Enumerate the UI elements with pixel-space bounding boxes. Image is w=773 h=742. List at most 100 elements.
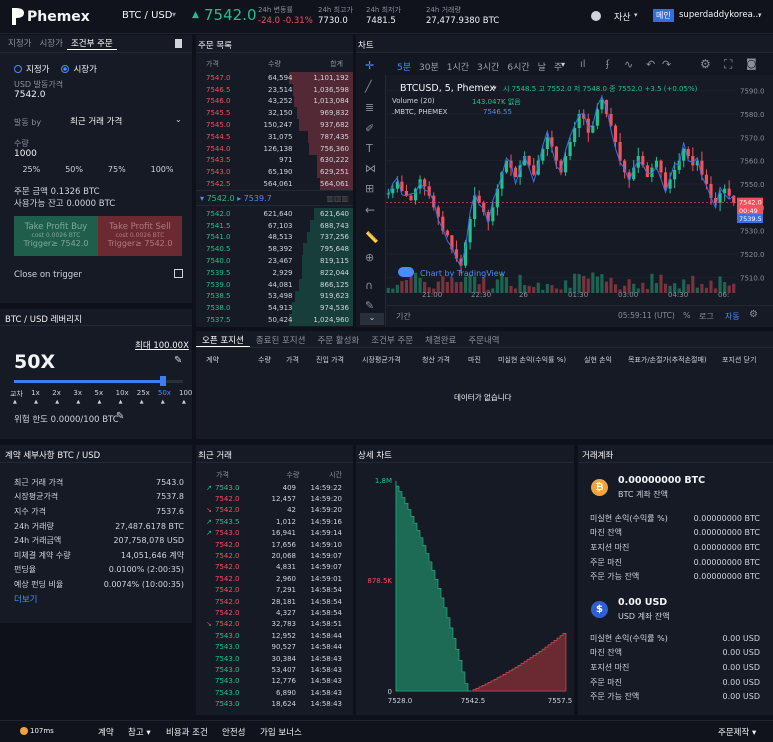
- take-profit-sell-button[interactable]: Take Profit Sell cost 0.0026 BTC Trigger…: [98, 216, 182, 256]
- close-on-trigger-checkbox[interactable]: [174, 269, 183, 278]
- leverage-tick[interactable]: 25x: [137, 389, 150, 397]
- settings-icon[interactable]: ⚙: [749, 309, 758, 320]
- prediction-icon[interactable]: ⊞: [365, 182, 374, 195]
- depth-chart[interactable]: 1.8M 878.5K 07528.0 7542.5 7557.5: [356, 465, 574, 715]
- trigger-by-select[interactable]: 최근 거래 가격: [70, 115, 122, 127]
- ruler-icon[interactable]: 📏: [365, 231, 379, 244]
- fib-icon[interactable]: ≣: [365, 101, 374, 114]
- positions-tab-2[interactable]: 주문 활성화: [311, 331, 365, 347]
- pattern-icon[interactable]: ⋈: [365, 162, 376, 175]
- leverage-tick[interactable]: 50x: [158, 389, 171, 397]
- positions-tab-0[interactable]: 오픈 포지션: [196, 331, 250, 347]
- user-menu[interactable]: superdaddykorea...: [679, 10, 761, 20]
- orderbook-row[interactable]: 7542.0 621,640 621,640: [196, 208, 353, 220]
- zoom-icon[interactable]: ⊕: [365, 251, 374, 264]
- footer-link-bonus[interactable]: 가입 보너스: [260, 726, 302, 738]
- leverage-tick[interactable]: 100x: [179, 389, 192, 397]
- take-profit-buy-button[interactable]: Take Profit Buy cost 0.0026 BTC Trigger≥…: [14, 216, 98, 256]
- candle-type-icon[interactable]: ıl: [580, 59, 586, 70]
- orderbook-row[interactable]: 7543.0 65,190 629,251: [196, 166, 353, 179]
- orderbook-row[interactable]: 7545.0 150,247 937,682: [196, 119, 353, 131]
- orderbook-row[interactable]: 7541.5 67,103 688,743: [196, 219, 353, 232]
- tab-market[interactable]: 시장가: [35, 37, 66, 50]
- orderbook-row[interactable]: 7545.5 32,150 969,832: [196, 107, 353, 120]
- chevron-down-icon[interactable]: ▾: [758, 11, 762, 19]
- auto-toggle[interactable]: 자동: [725, 311, 740, 322]
- interval-1[interactable]: 30분: [416, 60, 442, 73]
- orderbook-row[interactable]: 7538.5 53,498 919,623: [196, 290, 353, 303]
- leverage-tick[interactable]: 1x: [31, 389, 40, 397]
- chevron-down-icon[interactable]: ▾: [561, 60, 565, 69]
- leverage-tick[interactable]: 5x: [95, 389, 104, 397]
- radio-limit[interactable]: [14, 65, 22, 73]
- chevron-down-icon[interactable]: ▾: [172, 10, 176, 19]
- orderbook-row[interactable]: 7544.5 31,075 787,435: [196, 130, 353, 143]
- leverage-slider-track[interactable]: [14, 376, 183, 386]
- undo-icon[interactable]: ↶: [646, 58, 655, 71]
- redo-icon[interactable]: ↷: [662, 58, 671, 71]
- phemex-logo[interactable]: Phemex: [12, 8, 90, 25]
- positions-tab-4[interactable]: 체결완료: [419, 331, 462, 347]
- orderbook-row[interactable]: 7546.5 23,514 1,036,598: [196, 83, 353, 96]
- arrow-left-icon[interactable]: ←: [365, 203, 375, 217]
- pencil-lock-icon[interactable]: ✎: [365, 299, 374, 312]
- more-link[interactable]: 더보기: [14, 593, 37, 605]
- orderbook-row[interactable]: 7538.0 54,913 974,536: [196, 302, 353, 315]
- positions-tab-1[interactable]: 종료된 포지션: [250, 331, 312, 347]
- interval-0[interactable]: 5분: [394, 60, 414, 73]
- tab-conditional[interactable]: 조건부 주문: [66, 37, 117, 50]
- calculator-icon[interactable]: [175, 39, 182, 48]
- tab-limit[interactable]: 지정가: [4, 37, 35, 50]
- percent-toggle[interactable]: %: [683, 311, 691, 320]
- compare-icon[interactable]: ∿: [624, 58, 633, 71]
- orderbook-row[interactable]: 7539.0 44,081 866,125: [196, 278, 353, 291]
- chevron-down-icon[interactable]: ▾: [493, 84, 497, 92]
- footer-link-fees[interactable]: 비용과 조건: [166, 726, 208, 738]
- interval-5[interactable]: 날: [535, 60, 549, 73]
- orderbook-row[interactable]: 7542.5 564,061 564,061: [196, 178, 353, 190]
- orderbook-row[interactable]: 7541.0 48,513 737,256: [196, 231, 353, 244]
- log-toggle[interactable]: 로그: [699, 311, 714, 322]
- camera-icon[interactable]: ◙: [746, 57, 757, 70]
- download-icon[interactable]: [591, 11, 601, 21]
- orderbook-row[interactable]: 7547.0 64,594 1,101,192: [196, 72, 353, 84]
- assets-menu[interactable]: 자산: [614, 10, 631, 23]
- settings-icon[interactable]: ⚙: [700, 57, 711, 71]
- brush-icon[interactable]: ✐: [365, 122, 374, 135]
- leverage-tick[interactable]: 3x: [73, 389, 82, 397]
- interval-2[interactable]: 1시간: [444, 60, 472, 73]
- interval-3[interactable]: 3시간: [474, 60, 502, 73]
- quantity-input[interactable]: 1000: [14, 149, 37, 159]
- footer-link-security[interactable]: 안전성: [222, 726, 245, 738]
- orderbook-row[interactable]: 7540.5 58,392 795,648: [196, 243, 353, 256]
- footer-link-contract[interactable]: 계약: [98, 726, 114, 738]
- footer-link-reference[interactable]: 참고 ▾: [128, 726, 151, 738]
- footer-customize[interactable]: 주문제작 ▾: [718, 726, 756, 738]
- pair-selector[interactable]: BTC / USD: [122, 10, 172, 21]
- leverage-tick[interactable]: 2x: [52, 389, 61, 397]
- pct-100-button[interactable]: 100%: [151, 165, 174, 174]
- positions-tab-5[interactable]: 주문내역: [462, 331, 505, 347]
- orderbook-row[interactable]: 7539.5 2,929 822,044: [196, 266, 353, 279]
- orderbook-row[interactable]: 7537.5 50,424 1,024,960: [196, 314, 353, 326]
- indicator-icon[interactable]: ʄ: [606, 59, 609, 70]
- trigger-price-input[interactable]: 7542.0: [14, 90, 46, 100]
- pct-25-button[interactable]: 25%: [22, 165, 40, 174]
- orderbook-row[interactable]: 7544.0 126,138 756,360: [196, 142, 353, 155]
- interval-4[interactable]: 6시간: [504, 60, 532, 73]
- period-button[interactable]: 기간: [396, 311, 411, 322]
- magnet-icon[interactable]: ∩: [365, 279, 373, 292]
- collapse-toolbar-button[interactable]: ⌄: [360, 313, 384, 325]
- edit-icon[interactable]: ✎: [174, 355, 182, 366]
- leverage-slider-handle[interactable]: [159, 376, 166, 386]
- grid-icon[interactable]: ▥▥▥: [326, 194, 349, 203]
- positions-tab-3[interactable]: 조건부 주문: [365, 331, 419, 347]
- leverage-tick[interactable]: 10x: [116, 389, 129, 397]
- radio-market[interactable]: [61, 65, 70, 73]
- pct-75-button[interactable]: 75%: [108, 165, 126, 174]
- leverage-tick[interactable]: 교차: [10, 389, 23, 399]
- orderbook-row[interactable]: 7543.5 971 630,222: [196, 154, 353, 167]
- fullscreen-icon[interactable]: ⛶: [724, 57, 732, 72]
- chevron-down-icon[interactable]: ⌄: [175, 115, 182, 124]
- trendline-icon[interactable]: ╱: [365, 80, 372, 93]
